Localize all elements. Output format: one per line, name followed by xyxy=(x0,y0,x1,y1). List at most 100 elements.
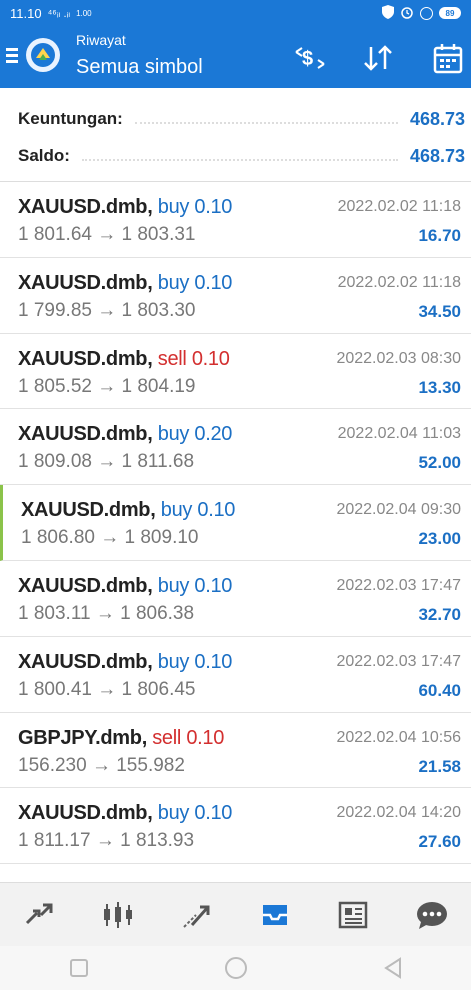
trade-profit: 60.40 xyxy=(418,680,461,700)
trade-prices: 156.230 → 155.982 xyxy=(18,754,185,776)
symbol-text: XAUUSD.dmb, xyxy=(18,347,153,370)
svg-text:$: $ xyxy=(302,48,313,70)
trade-symbol: XAUUSD.dmb, buy 0.10 xyxy=(21,499,235,522)
profit-row: Keuntungan: 468.73 xyxy=(18,106,465,132)
location-icon xyxy=(420,6,433,20)
symbol-text: XAUUSD.dmb, xyxy=(18,423,153,446)
symbol-text: XAUUSD.dmb, xyxy=(21,499,156,522)
page-title[interactable]: Semua simbol xyxy=(76,56,203,79)
trade-symbol: XAUUSD.dmb, buy 0.10 xyxy=(18,272,232,295)
trade-lot: 0.10 xyxy=(194,196,233,218)
trade-profit: 27.60 xyxy=(418,832,461,852)
trade-profit: 34.50 xyxy=(418,301,461,321)
shield-icon xyxy=(382,4,394,22)
trade-row[interactable]: XAUUSD.dmb, buy 0.10 1 803.11 → 1 806.38 2… xyxy=(0,560,471,637)
calendar-icon[interactable] xyxy=(430,40,466,76)
trade-symbol: XAUUSD.dmb, buy 0.10 xyxy=(18,575,232,598)
symbol-text: XAUUSD.dmb, xyxy=(18,271,153,294)
trade-datetime: 2022.02.04 11:03 xyxy=(337,425,461,443)
trade-lot: 0.10 xyxy=(191,347,230,370)
dotted-leader xyxy=(134,122,398,124)
trade-lot: 0.10 xyxy=(194,271,233,294)
profit-label: Keuntungan: xyxy=(18,109,123,128)
trade-profit: 13.30 xyxy=(418,377,461,397)
list-item-partial xyxy=(0,868,471,882)
trade-profit: 32.70 xyxy=(418,604,461,624)
trade-prices: 1 805.52 → 1 804.19 xyxy=(18,375,196,397)
trade-lot: 0.10 xyxy=(194,574,233,597)
status-time: 11.10 xyxy=(10,5,42,21)
balance-row: Saldo: 468.73 xyxy=(18,143,465,169)
trade-lot: 0.10 xyxy=(197,499,236,522)
trade-row[interactable]: XAUUSD.dmb, buy 0.10 1 801.64 → 1 803.31 2… xyxy=(0,182,471,258)
symbol-text: GBPJPY.dmb, xyxy=(18,726,147,749)
trade-prices: 1 811.17 → 1 813.93 xyxy=(18,830,195,852)
trade-type: buy xyxy=(160,499,193,522)
network-speed: 1.00 xyxy=(76,8,92,18)
chart-icon[interactable] xyxy=(98,895,138,935)
trade-symbol: GBPJPY.dmb, sell 0.10 xyxy=(18,727,224,750)
trade-row[interactable]: XAUUSD.dmb, sell 0.10 1 805.52 → 1 804.19… xyxy=(0,333,471,410)
app-subtitle: Riwayat xyxy=(76,32,126,48)
trade-row[interactable]: XAUUSD.dmb, buy 0.10 1 800.41 → 1 806.45 2… xyxy=(0,636,471,713)
trade-row[interactable]: XAUUSD.dmb, buy 0.10 1 799.85 → 1 803.30 2… xyxy=(0,257,471,334)
bottom-nav xyxy=(0,882,471,946)
app-logo-icon[interactable] xyxy=(26,38,60,72)
trade-icon[interactable] xyxy=(176,895,216,935)
trade-datetime: 2022.02.03 08:30 xyxy=(336,349,461,367)
currency-swap-icon[interactable]: $ xyxy=(292,40,328,76)
balance-label: Saldo: xyxy=(18,146,70,165)
sort-icon[interactable] xyxy=(360,40,396,76)
balance-value: 468.73 xyxy=(409,145,465,166)
status-bar: 11.10 ⁴⁶ᵢₗ .ᵢₗ 1.00 89 xyxy=(0,0,471,26)
trade-lot: 0.20 xyxy=(194,423,233,446)
trade-row[interactable]: XAUUSD.dmb, buy 0.20 1 809.08 → 1 811.68 2… xyxy=(0,409,471,486)
trade-prices: 1 800.41 → 1 806.45 xyxy=(18,678,196,700)
symbol-text: XAUUSD.dmb, xyxy=(18,650,153,673)
signal-icon: ⁴⁶ᵢₗ .ᵢₗ xyxy=(47,7,71,20)
trade-lot: 0.10 xyxy=(186,726,225,749)
account-summary: Keuntungan: 468.73 Saldo: 468.73 xyxy=(0,88,471,182)
alarm-icon xyxy=(400,5,414,22)
dotted-leader xyxy=(81,159,398,161)
symbol-text: XAUUSD.dmb, xyxy=(18,574,153,597)
system-nav-bar xyxy=(0,946,471,990)
trade-datetime: 2022.02.04 10:56 xyxy=(336,728,461,746)
trade-symbol: XAUUSD.dmb, buy 0.10 xyxy=(18,196,232,219)
trade-prices: 1 803.11 → 1 806.38 xyxy=(18,602,195,624)
home-icon[interactable] xyxy=(222,954,250,982)
trade-lot: 0.10 xyxy=(194,802,233,825)
menu-icon[interactable] xyxy=(6,48,18,64)
battery-icon: 89 xyxy=(439,7,461,19)
trade-datetime: 2022.02.03 17:47 xyxy=(336,652,461,670)
recents-icon[interactable] xyxy=(65,954,93,982)
trade-datetime: 2022.02.02 11:18 xyxy=(337,273,461,291)
trade-row[interactable]: XAUUSD.dmb, buy 0.10 1 806.80 → 1 809.10 2… xyxy=(0,485,471,561)
trade-type: buy xyxy=(157,650,190,673)
trade-profit: 21.58 xyxy=(418,756,461,776)
trade-profit: 16.70 xyxy=(418,226,461,245)
trade-datetime: 2022.02.02 11:18 xyxy=(337,198,461,215)
trade-type: buy xyxy=(157,574,190,597)
trade-type: buy xyxy=(157,271,190,294)
trade-type: buy xyxy=(157,423,190,446)
news-icon[interactable] xyxy=(333,895,373,935)
trade-history-list: XAUUSD.dmb, buy 0.10 1 801.64 → 1 803.31 2… xyxy=(0,182,471,865)
trade-row[interactable]: GBPJPY.dmb, sell 0.10 156.230 → 155.982 20… xyxy=(0,712,471,789)
trade-symbol: XAUUSD.dmb, buy 0.10 xyxy=(18,651,232,674)
chat-icon[interactable] xyxy=(412,895,452,935)
trade-type: sell xyxy=(157,347,187,370)
trade-symbol: XAUUSD.dmb, buy 0.10 xyxy=(18,802,232,825)
back-icon[interactable] xyxy=(379,954,407,982)
history-icon[interactable] xyxy=(255,895,295,935)
trade-datetime: 2022.02.03 17:47 xyxy=(336,576,461,594)
trade-profit: 23.00 xyxy=(418,529,461,549)
quotes-icon[interactable] xyxy=(19,895,59,935)
trade-row[interactable]: XAUUSD.dmb, buy 0.10 1 811.17 → 1 813.93 2… xyxy=(0,788,471,865)
trade-prices: 1 801.64 → 1 803.31 xyxy=(18,224,196,245)
trade-prices: 1 809.08 → 1 811.68 xyxy=(18,451,195,473)
trade-datetime: 2022.02.04 09:30 xyxy=(336,501,461,519)
app-bar: Riwayat Semua simbol $ xyxy=(0,26,471,88)
trade-symbol: XAUUSD.dmb, buy 0.20 xyxy=(18,423,232,446)
trade-datetime: 2022.02.04 14:20 xyxy=(336,804,461,822)
